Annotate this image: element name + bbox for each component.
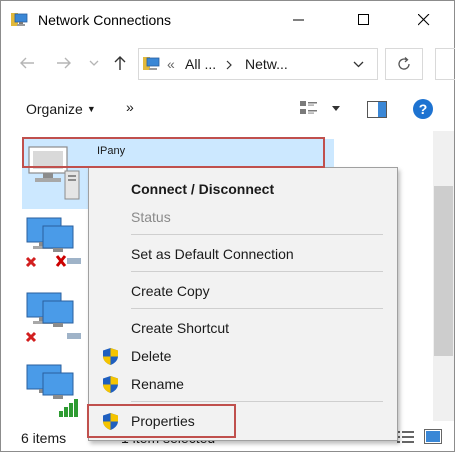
address-bar[interactable]: « All ... Netw... bbox=[138, 48, 378, 80]
up-button[interactable] bbox=[109, 51, 131, 75]
close-icon bbox=[418, 14, 430, 26]
chevron-down-icon[interactable] bbox=[353, 61, 364, 68]
organize-button[interactable]: Organize ▼ bbox=[26, 101, 96, 117]
window-title: Network Connections bbox=[38, 12, 172, 28]
menu-item-delete[interactable]: Delete bbox=[90, 344, 396, 368]
uac-shield-icon bbox=[103, 376, 118, 393]
title-bar[interactable]: Network Connections bbox=[1, 1, 454, 39]
uac-shield-icon bbox=[103, 348, 118, 365]
menu-item-label: Connect / Disconnect bbox=[131, 181, 275, 197]
maximize-button[interactable] bbox=[341, 1, 387, 39]
dropdown-caret-icon: ▼ bbox=[86, 104, 96, 114]
menu-item-rename[interactable]: Rename bbox=[90, 372, 396, 396]
menu-item-label: Delete bbox=[131, 348, 172, 364]
back-arrow-icon bbox=[20, 57, 34, 69]
item-count: 6 items bbox=[21, 430, 67, 446]
menu-item-label: Create Shortcut bbox=[131, 320, 230, 336]
view-options-dropdown-icon[interactable] bbox=[332, 106, 340, 111]
large-icons-view-icon[interactable] bbox=[424, 429, 442, 444]
menu-item-label: Create Copy bbox=[131, 283, 210, 299]
breadcrumb-separator-icon[interactable] bbox=[226, 60, 233, 70]
refresh-icon bbox=[398, 57, 410, 70]
explorer-window: Network Connections « All ... Netw... Or… bbox=[0, 0, 455, 452]
breadcrumb-all[interactable]: All ... bbox=[185, 56, 216, 72]
preview-pane-icon[interactable] bbox=[367, 101, 387, 118]
menu-separator bbox=[131, 401, 383, 402]
context-menu: Connect / Disconnect Status Set as Defau… bbox=[88, 167, 398, 441]
back-button[interactable] bbox=[16, 51, 38, 75]
help-icon[interactable]: ? bbox=[412, 98, 434, 120]
forward-arrow-icon bbox=[57, 57, 71, 69]
more-commands-button[interactable]: » bbox=[126, 99, 134, 115]
selected-item-highlight-box bbox=[22, 137, 325, 168]
chevron-down-icon bbox=[89, 60, 99, 66]
network-connections-icon bbox=[11, 13, 28, 26]
menu-separator bbox=[131, 234, 383, 235]
menu-item-connect-disconnect[interactable]: Connect / Disconnect bbox=[90, 177, 396, 201]
menu-item-label: Status bbox=[131, 209, 171, 225]
overflow-chevron-icon[interactable]: « bbox=[167, 56, 175, 72]
menu-item-label: Set as Default Connection bbox=[131, 246, 294, 262]
menu-item-status: Status bbox=[90, 205, 396, 229]
organize-label: Organize bbox=[26, 101, 83, 117]
scrollbar-thumb[interactable] bbox=[434, 186, 453, 356]
menu-item-create-shortcut[interactable]: Create Shortcut bbox=[90, 316, 396, 340]
maximize-icon bbox=[358, 14, 369, 25]
menu-item-label: Rename bbox=[131, 376, 184, 392]
up-arrow-icon bbox=[114, 56, 126, 70]
svg-text:?: ? bbox=[419, 101, 428, 117]
command-bar: Organize ▼ » ? bbox=[1, 93, 454, 127]
change-view-icon[interactable] bbox=[299, 99, 319, 119]
minimize-icon bbox=[293, 19, 304, 21]
search-box[interactable] bbox=[435, 48, 455, 80]
breadcrumb-network[interactable]: Netw... bbox=[245, 56, 288, 72]
minimize-button[interactable] bbox=[276, 1, 322, 39]
forward-button[interactable] bbox=[53, 51, 75, 75]
network-disconnected-icon[interactable] bbox=[25, 291, 85, 353]
wireless-network-icon[interactable] bbox=[25, 363, 85, 425]
menu-separator bbox=[131, 308, 383, 309]
recent-locations-button[interactable] bbox=[87, 51, 101, 75]
menu-separator bbox=[131, 271, 383, 272]
network-disconnected-icon[interactable] bbox=[25, 216, 85, 278]
close-button[interactable] bbox=[401, 1, 447, 39]
menu-item-create-copy[interactable]: Create Copy bbox=[90, 279, 396, 303]
properties-highlight-box bbox=[87, 404, 236, 438]
navigation-bar: « All ... Netw... bbox=[1, 43, 455, 83]
network-connections-icon bbox=[143, 57, 160, 70]
details-view-icon[interactable] bbox=[397, 430, 415, 444]
refresh-button[interactable] bbox=[385, 48, 423, 80]
menu-item-set-default[interactable]: Set as Default Connection bbox=[90, 242, 396, 266]
